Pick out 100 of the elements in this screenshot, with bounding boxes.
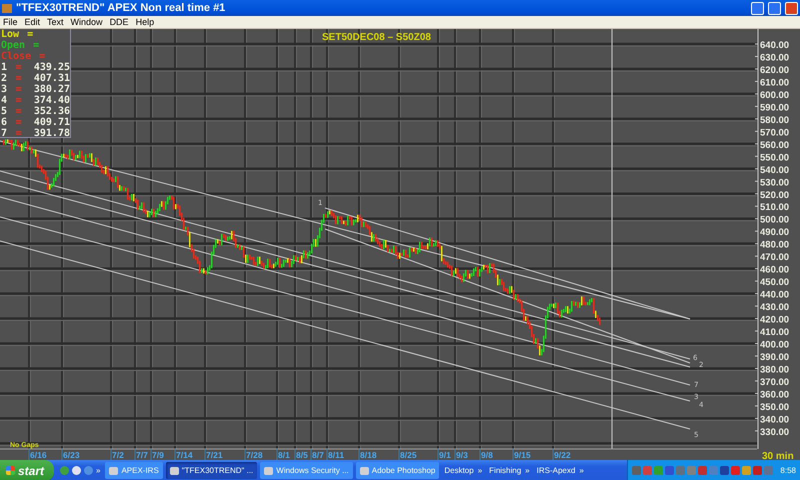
legend-field-label: Open [1,40,26,51]
line-number: 4 [1,95,8,106]
y-axis-label: 510.00 [760,202,790,214]
y-axis-label: 460.00 [760,264,790,276]
y-axis-label: 560.00 [760,140,790,151]
y-axis-label: 450.00 [760,277,790,288]
equals-sign: = [16,62,23,73]
equals-sign: = [16,84,23,95]
restore-button[interactable] [768,2,781,14]
y-axis-label: 620.00 [760,64,790,76]
window-title: "TFEX30TREND" APEX Non real time #1 [16,2,226,14]
line-value: 391.78 [34,128,70,139]
y-axis-label: 360.00 [760,389,790,400]
line-value: 380.27 [34,84,70,95]
y-axis-label: 430.00 [760,302,790,314]
more-chevron[interactable]: » [96,466,100,475]
date-label: 9/1 [439,450,451,460]
taskbar-button[interactable]: APEX-IRS [105,462,163,479]
toolbar-label[interactable]: Desktop [444,466,474,475]
date-label: 9/15 [514,450,531,460]
line-number: 6 [1,117,8,128]
start-button[interactable]: start [0,460,54,480]
date-label: 7/28 [246,450,263,460]
legend-field-label: Close [1,51,32,62]
line-number: 3 [1,84,8,95]
menu-item[interactable]: Edit [24,17,40,27]
line-number: 1 [1,62,8,73]
toolbar-label[interactable]: Finishing [489,466,522,475]
more-chevron[interactable]: » [525,466,530,475]
y-axis-label: 590.00 [760,102,790,114]
date-label: 7/7 [136,450,148,460]
taskbar-button[interactable]: Windows Security ... [260,462,353,479]
y-axis-label: 370.00 [760,376,790,388]
y-axis-label: 410.00 [760,327,790,338]
y-axis-label: 390.00 [760,352,790,363]
date-label: 8/7 [312,450,324,460]
app-icon [2,4,12,12]
y-axis-label: 330.00 [760,426,790,438]
quick-launch-icons-drawing[interactable] [60,466,93,475]
date-label: 7/21 [206,450,223,460]
menu-item[interactable]: Text [47,17,64,27]
more-chevron[interactable]: » [478,466,482,475]
date-label: 8/5 [296,450,308,460]
y-axis-label: 480.00 [760,240,790,251]
menu-item[interactable]: Window [70,17,103,27]
date-label: 9/22 [554,450,571,460]
menu-item[interactable]: DDE [110,17,129,27]
date-label: 8/11 [328,450,344,460]
y-axis-label: 380.00 [760,364,790,376]
menu-item[interactable]: Help [136,17,154,27]
equals-sign: = [16,117,23,128]
line-number: 5 [1,106,8,117]
toolbar-label[interactable]: IRS-Apexd [536,466,576,475]
date-label: 9/8 [481,450,493,460]
y-axis-label: 440.00 [760,290,790,301]
date-label: 7/9 [152,450,164,460]
date-label: 8/25 [400,450,417,460]
y-axis-label: 500.00 [760,214,790,226]
line-value: 439.25 [34,62,70,73]
y-axis-label: 340.00 [760,414,790,426]
y-axis-label: 530.00 [760,177,790,188]
y-axis-label: 570.00 [760,127,790,138]
date-label: 9/3 [456,450,468,460]
line-value: 352.36 [34,106,70,117]
y-axis-label: 350.00 [760,402,790,413]
y-axis-label: 630.00 [760,52,790,64]
y-axis-label: 490.00 [760,227,790,238]
date-label: 6/23 [63,450,80,460]
date-label: 8/1 [278,450,290,460]
line-value: 374.40 [34,95,70,106]
minimize-button[interactable] [751,2,764,14]
chart-title: SET50DEC08 – S50Z08 [322,32,431,43]
date-label: 7/2 [112,450,124,460]
equals-sign: = [16,95,23,106]
close-button[interactable] [785,2,798,14]
y-axis-label: 470.00 [760,252,790,264]
y-axis-label: 600.00 [760,90,790,101]
line-value: 407.31 [34,73,70,84]
clock: 8:58 [780,466,796,475]
date-label: 6/16 [30,450,47,460]
y-axis-label: 610.00 [760,77,790,88]
equals-sign: = [39,51,46,62]
equals-sign: = [16,106,23,117]
equals-sign: = [16,73,23,84]
y-axis-label: 520.00 [760,190,790,201]
more-chevron[interactable]: » [579,466,584,475]
line-number: 7 [1,128,8,139]
interval-label: 30 min [762,451,794,460]
y-axis-label: 550.00 [760,152,790,164]
y-axis-label: 540.00 [760,164,790,176]
equals-sign: = [33,40,40,51]
y-axis-label: 580.00 [760,114,790,126]
equals-sign: = [27,29,34,40]
date-label: 7/14 [176,450,193,460]
tray-icons-drawing[interactable] [632,466,774,475]
taskbar-button[interactable]: "TFEX30TREND" ... [166,462,258,479]
y-axis-label: 420.00 [760,314,790,326]
taskbar-button[interactable]: Adobe Photoshop [356,462,440,479]
menu-item[interactable]: File [3,17,18,27]
date-label: 8/18 [360,450,377,460]
